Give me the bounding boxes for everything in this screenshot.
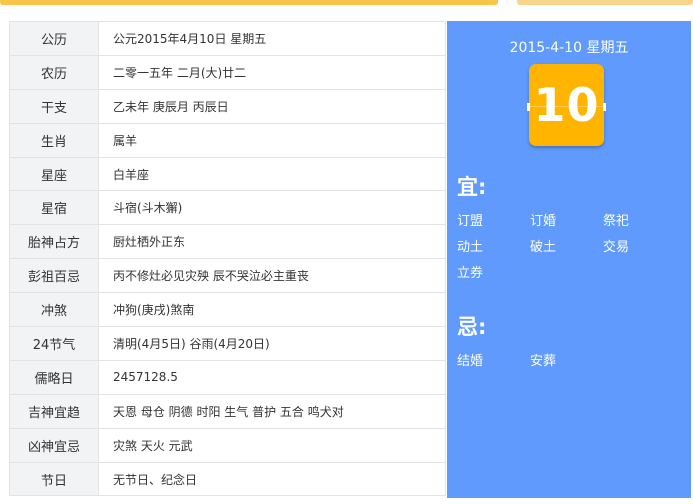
row-label: 农历	[9, 54, 99, 90]
row-label: 节日	[9, 461, 99, 497]
table-row: 冲煞 冲狗(庚戌)煞南	[9, 292, 446, 328]
tile-ring-left	[527, 103, 530, 111]
row-value: 无节日、纪念日	[98, 461, 446, 497]
yi-heading: 宜:	[457, 175, 487, 199]
ji-heading: 忌:	[457, 315, 487, 339]
row-label: 冲煞	[9, 292, 99, 328]
tile-ring-right	[603, 103, 606, 111]
table-row: 24节气 清明(4月5日) 谷雨(4月20日)	[9, 326, 446, 361]
top-accent-bar	[0, 0, 498, 5]
table-row: 公历 公元2015年4月10日 星期五	[9, 21, 446, 56]
row-label: 星宿	[9, 190, 99, 226]
tile-fold-line	[529, 106, 604, 107]
row-value: 公元2015年4月10日 星期五	[98, 21, 446, 56]
yi-item: 订婚	[530, 214, 557, 229]
table-row: 胎神占方 厨灶栖外正东	[9, 224, 446, 260]
row-label: 胎神占方	[9, 224, 99, 260]
table-row: 彭祖百忌 丙不修灶必见灾殃 辰不哭泣必主重丧	[9, 258, 446, 294]
row-value: 乙未年 庚辰月 丙辰日	[98, 88, 446, 124]
ji-item: 安葬	[530, 354, 557, 369]
table-row: 干支 乙未年 庚辰月 丙辰日	[9, 88, 446, 124]
row-value: 白羊座	[98, 156, 446, 192]
table-row: 吉神宜趋 天恩 母仓 阴德 时阳 生气 普护 五合 鸣犬对	[9, 393, 446, 429]
row-label: 凶神宜忌	[9, 427, 99, 463]
row-value: 灾煞 天火 元武	[98, 427, 446, 463]
yi-item: 破土	[530, 240, 557, 255]
table-row: 儒略日 2457128.5	[9, 359, 446, 395]
day-summary-panel: 2015-4-10 星期五 10 宜: 订盟 订婚 祭祀 动土 破土 交易 立券…	[447, 21, 691, 498]
ji-item: 结婚	[457, 354, 484, 369]
table-row: 凶神宜忌 灾煞 天火 元武	[9, 427, 446, 463]
day-calendar-tile: 10	[527, 64, 606, 146]
table-row: 星座 白羊座	[9, 156, 446, 192]
row-label: 24节气	[9, 326, 99, 361]
top-accent-bar-secondary	[517, 0, 693, 5]
row-value: 天恩 母仓 阴德 时阳 生气 普护 五合 鸣犬对	[98, 393, 446, 429]
day-number: 10	[533, 78, 600, 132]
row-label: 生肖	[9, 122, 99, 158]
row-label: 干支	[9, 88, 99, 124]
yi-item: 祭祀	[603, 214, 630, 229]
ji-list: 结婚 安葬	[457, 350, 687, 369]
panel-date-heading: 2015-4-10 星期五	[509, 40, 629, 56]
table-row: 星宿 斗宿(斗木獬)	[9, 190, 446, 226]
yi-list: 订盟 订婚 祭祀 动土 破土 交易 立券	[457, 210, 687, 281]
row-label: 儒略日	[9, 359, 99, 395]
row-value: 厨灶栖外正东	[98, 224, 446, 260]
row-label: 星座	[9, 156, 99, 192]
row-value: 2457128.5	[98, 359, 446, 395]
row-value: 丙不修灶必见灾殃 辰不哭泣必主重丧	[98, 258, 446, 294]
row-value: 斗宿(斗木獬)	[98, 190, 446, 226]
row-value: 属羊	[98, 122, 446, 158]
row-value: 二零一五年 二月(大)廿二	[98, 54, 446, 90]
almanac-info-table: 公历 公元2015年4月10日 星期五 农历 二零一五年 二月(大)廿二 干支 乙未年…	[9, 21, 446, 497]
row-value: 清明(4月5日) 谷雨(4月20日)	[98, 326, 446, 361]
table-row: 农历 二零一五年 二月(大)廿二	[9, 54, 446, 90]
yi-item: 交易	[603, 240, 630, 255]
row-label: 彭祖百忌	[9, 258, 99, 294]
row-label: 公历	[9, 21, 99, 56]
row-value: 冲狗(庚戌)煞南	[98, 292, 446, 328]
row-label: 吉神宜趋	[9, 393, 99, 429]
table-row: 节日 无节日、纪念日	[9, 461, 446, 497]
yi-item: 动土	[457, 240, 484, 255]
table-row: 生肖 属羊	[9, 122, 446, 158]
yi-item: 立券	[457, 266, 484, 281]
yi-item: 订盟	[457, 214, 484, 229]
